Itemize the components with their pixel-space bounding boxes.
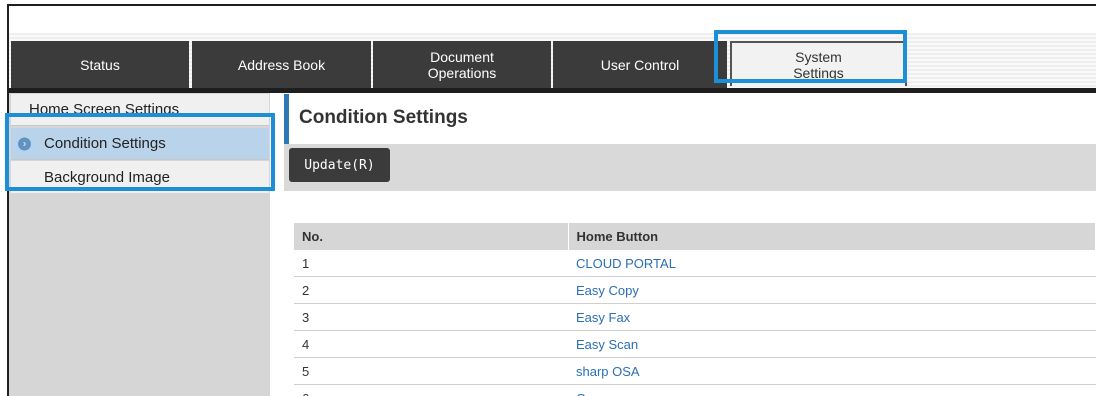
home-button-link[interactable]: sharp OSA: [568, 357, 1096, 385]
column-header-no: No.: [294, 223, 569, 250]
home-button-link[interactable]: CLOUD PORTAL: [568, 250, 1096, 277]
table-row: 2 Easy Copy: [294, 276, 1096, 304]
chevron-right-icon: ›: [18, 137, 31, 150]
main-content: Condition Settings Update(R) No. Home Bu…: [277, 93, 1096, 396]
table-row: 4 Easy Scan: [294, 330, 1096, 358]
sidebar: Home Screen Settings › Condition Setting…: [9, 93, 270, 396]
table-row: 5 sharp OSA: [294, 357, 1096, 385]
column-header-home-button: Home Button: [568, 223, 1096, 250]
table-header-row: No. Home Button: [294, 223, 1096, 250]
table-row: 1 CLOUD PORTAL: [294, 250, 1096, 277]
row-number: 3: [294, 303, 568, 331]
main-tab-bar: Status Address Book Document Operations …: [9, 33, 1096, 93]
home-button-link[interactable]: Easy Copy: [568, 276, 1096, 304]
table-row: 6 Copy: [294, 384, 1096, 396]
toolbar: Update(R): [284, 144, 1096, 191]
page-title: Condition Settings: [299, 107, 468, 128]
sidebar-item-home-screen-settings[interactable]: Home Screen Settings: [11, 94, 269, 126]
title-accent-bar: [284, 94, 289, 144]
tab-user-control[interactable]: User Control: [553, 41, 727, 88]
home-button-link[interactable]: Easy Scan: [568, 330, 1096, 358]
row-number: 2: [294, 276, 568, 304]
row-number: 4: [294, 330, 568, 358]
table-row: 3 Easy Fax: [294, 303, 1096, 331]
tab-status[interactable]: Status: [11, 41, 189, 88]
home-button-link[interactable]: Copy: [568, 384, 1096, 396]
tab-address-book[interactable]: Address Book: [192, 41, 371, 88]
row-number: 5: [294, 357, 568, 385]
home-button-link[interactable]: Easy Fax: [568, 303, 1096, 331]
sidebar-item-label: Home Screen Settings: [29, 101, 180, 118]
sidebar-item-background-image[interactable]: Background Image: [11, 161, 269, 193]
tab-system-settings[interactable]: System Settings: [730, 41, 907, 86]
row-number: 1: [294, 250, 568, 277]
update-button[interactable]: Update(R): [289, 148, 390, 182]
sidebar-item-condition-settings[interactable]: › Condition Settings: [11, 128, 269, 160]
row-number: 6: [294, 384, 568, 396]
sidebar-item-label: Background Image: [44, 168, 170, 186]
home-button-table: No. Home Button 1 CLOUD PORTAL 2 Easy Co…: [294, 223, 1096, 396]
browser-frame: Status Address Book Document Operations …: [7, 4, 1096, 396]
tab-document-operations[interactable]: Document Operations: [373, 41, 551, 88]
sidebar-item-label: Condition Settings: [44, 135, 166, 152]
